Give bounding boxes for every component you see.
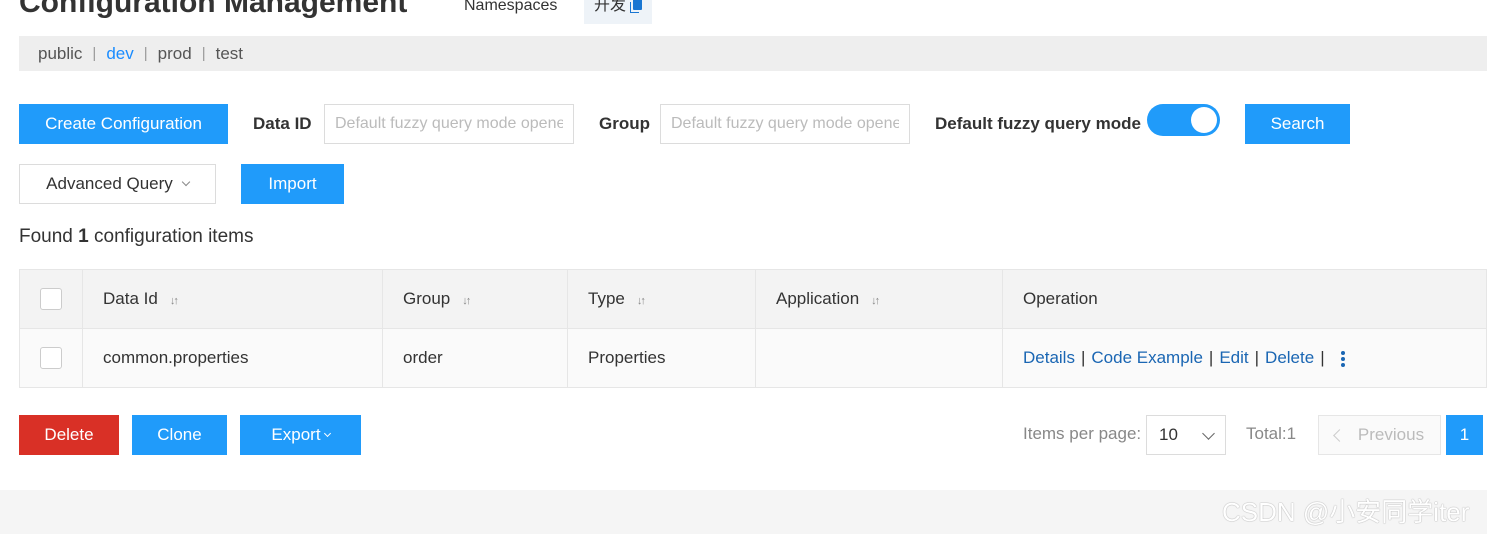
clone-button[interactable]: Clone xyxy=(132,415,227,455)
row-checkbox[interactable] xyxy=(40,347,62,369)
table-row: common.properties order Properties Detai… xyxy=(19,328,1487,388)
link-separator: | xyxy=(1080,348,1086,367)
chevron-down-icon xyxy=(1202,426,1215,440)
row-select-cell xyxy=(19,328,83,388)
delete-button[interactable]: Delete xyxy=(19,415,119,455)
export-button[interactable]: Export xyxy=(240,415,361,455)
column-header-operation: Operation xyxy=(1002,269,1487,329)
sort-icon[interactable]: ↓↑ xyxy=(170,295,179,307)
namespace-item-public[interactable]: public xyxy=(19,44,92,64)
link-separator: | xyxy=(1254,348,1260,367)
namespace-bar: public | dev | prod | test xyxy=(19,36,1487,71)
code-example-link[interactable]: Code Example xyxy=(1091,348,1203,367)
column-label: Application xyxy=(776,289,860,308)
select-all-cell xyxy=(19,269,83,329)
table-header-row: Data Id ↓↑ Group ↓↑ Type ↓↑ Application ↓↑ O… xyxy=(19,269,1487,329)
toggle-knob xyxy=(1191,107,1217,133)
edit-link[interactable]: Edit xyxy=(1219,348,1248,367)
advanced-query-button[interactable]: Advanced Query xyxy=(19,164,216,204)
results-count: 1 xyxy=(78,226,89,247)
sort-icon[interactable]: ↓↑ xyxy=(637,295,646,307)
fuzzy-query-label: Default fuzzy query mode xyxy=(935,114,1141,133)
column-header-data-id[interactable]: Data Id ↓↑ xyxy=(82,269,383,329)
total-count: Total:1 xyxy=(1246,424,1297,443)
link-separator: | xyxy=(1208,348,1214,367)
column-label: Type xyxy=(588,289,625,308)
data-id-label: Data ID xyxy=(253,114,312,133)
cell-data-id: common.properties xyxy=(82,328,383,388)
delete-link[interactable]: Delete xyxy=(1265,348,1314,367)
page-size-value: 10 xyxy=(1159,425,1178,444)
create-configuration-button[interactable]: Create Configuration xyxy=(19,104,228,144)
search-button[interactable]: Search xyxy=(1245,104,1350,144)
sort-icon[interactable]: ↓↑ xyxy=(871,295,880,307)
namespace-current: 开发 xyxy=(594,0,627,14)
page-button-1[interactable]: 1 xyxy=(1446,415,1483,455)
page-title: Configuration Management xyxy=(19,0,408,19)
column-label: Data Id xyxy=(103,289,158,308)
chevron-down-icon xyxy=(181,177,191,187)
fuzzy-query-toggle[interactable] xyxy=(1147,104,1220,136)
results-suffix: configuration items xyxy=(94,226,254,247)
sort-icon[interactable]: ↓↑ xyxy=(462,295,471,307)
details-link[interactable]: Details xyxy=(1023,348,1075,367)
data-id-input[interactable] xyxy=(324,104,574,144)
select-all-checkbox[interactable] xyxy=(40,288,62,310)
cell-application xyxy=(755,328,1003,388)
namespace-item-test[interactable]: test xyxy=(206,44,253,64)
link-separator: | xyxy=(1320,348,1325,367)
namespace-item-dev[interactable]: dev xyxy=(96,44,143,64)
group-label: Group xyxy=(599,114,650,133)
group-input[interactable] xyxy=(660,104,910,144)
cell-group: order xyxy=(382,328,568,388)
column-label: Group xyxy=(403,289,451,308)
results-summary: Found 1 configuration items xyxy=(19,226,253,248)
copy-icon[interactable] xyxy=(630,0,643,13)
column-header-group[interactable]: Group ↓↑ xyxy=(382,269,568,329)
more-vertical-icon[interactable] xyxy=(1340,350,1345,367)
column-label: Operation xyxy=(1023,289,1098,308)
namespace-chip[interactable]: 开发 xyxy=(584,0,653,24)
export-label: Export xyxy=(271,425,321,444)
cell-operations: Details | Code Example | Edit | Delete | xyxy=(1002,328,1487,388)
page-size-select[interactable]: 10 xyxy=(1146,415,1226,455)
cell-type: Properties xyxy=(567,328,756,388)
previous-label: Previous xyxy=(1357,425,1425,444)
import-button[interactable]: Import xyxy=(241,164,344,204)
configuration-table: Data Id ↓↑ Group ↓↑ Type ↓↑ Application ↓↑ O… xyxy=(19,269,1487,388)
chevron-left-icon xyxy=(1333,428,1346,442)
previous-page-button[interactable]: Previous xyxy=(1318,415,1441,455)
advanced-query-label: Advanced Query xyxy=(46,174,173,193)
namespace-item-prod[interactable]: prod xyxy=(148,44,202,64)
items-per-page-label: Items per page: xyxy=(1023,424,1142,443)
column-header-type[interactable]: Type ↓↑ xyxy=(567,269,756,329)
results-prefix: Found xyxy=(19,226,73,247)
chevron-down-icon xyxy=(323,429,331,437)
namespaces-label: Namespaces xyxy=(464,0,558,14)
column-header-application[interactable]: Application ↓↑ xyxy=(755,269,1003,329)
watermark: CSDN @小安同学iter xyxy=(1222,497,1470,527)
